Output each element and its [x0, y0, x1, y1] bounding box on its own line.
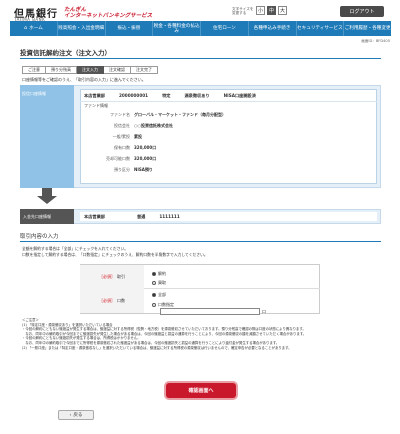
qty-unit: 口 [262, 309, 266, 314]
step-1: ご注意 [22, 66, 46, 74]
back-button[interactable]: ‹ 戻る [58, 410, 94, 420]
radio-dot[interactable] [152, 293, 156, 297]
trade-label: ［必須］ 取引 [80, 265, 144, 289]
font-size-switcher: 文字サイズを変更する 小 中 大 [232, 6, 287, 15]
account-number: 2000000001 [118, 93, 149, 98]
down-arrow-head-icon [37, 196, 57, 204]
font-size-label: 文字サイズを変更する [232, 6, 254, 15]
fund-company-value: ○○投資信託株式会社 [134, 123, 173, 128]
dest-branch: 本店営業部 [84, 213, 105, 219]
font-size-large-button[interactable]: 大 [278, 6, 287, 15]
chevron-left-icon: ‹ [69, 412, 72, 418]
home-icon: ⌂ [23, 25, 28, 31]
page-title: 投資信託解約注文（注文入力） [20, 45, 381, 59]
qty-label: ［必須］ 口数 [80, 289, 144, 313]
step-indicator: ご注意 預り分残高 注文入力 注文確認 注文完了 [22, 66, 158, 74]
fund-info-heading: ファンド情報 [84, 103, 108, 108]
bank-logo[interactable]: 但馬銀行 TAJIMA BANK たんぎん インターネットバンキングサービス [14, 5, 152, 23]
account-row: 本店営業部 2000000001 特定 源泉徴収あり NISA口座開設済 [84, 93, 256, 99]
step-5: 注文完了 [131, 66, 158, 74]
radio-dot[interactable] [152, 281, 156, 285]
destination-info: 本店営業部 普通 1111111 [80, 212, 377, 221]
radio-cancel-label: 解約 [158, 271, 166, 276]
service-name: たんぎん インターネットバンキングサービス [64, 7, 152, 19]
custody-type-value: NISA預り [134, 167, 153, 172]
reinvest-key: 一般/累投 [112, 134, 130, 139]
screen-id: 画面ID：BFD405 [361, 39, 390, 43]
radio-dot[interactable] [152, 272, 156, 276]
notes-block: ＜ご注意＞ (1) 「特定口座・源泉徴収あり」を選択いただいている場合 ・今回の… [22, 318, 380, 350]
fund-name-key: ファンド名 [110, 112, 130, 117]
instruction-text: 口座情報等をご確認のうえ、「取引内容の入力」に進んでください。 [22, 77, 146, 82]
account-type: 特定 [162, 93, 171, 98]
custody-type-key: 預り区分 [114, 167, 130, 172]
font-size-medium-button[interactable]: 中 [267, 6, 276, 15]
qty-label-text: 口数 [117, 298, 125, 303]
radio-buyback-label: 買取 [158, 280, 166, 285]
nav-security[interactable]: セキュリティサービス [297, 21, 345, 36]
nav-balance[interactable]: 残高照会・入出金明細 [58, 21, 106, 36]
step-3-active: 注文入力 [77, 66, 104, 74]
account-branch: 本店営業部 [84, 93, 105, 98]
confirm-button[interactable]: 確認画面へ [166, 383, 236, 398]
holding-units-key: 保有口数 [114, 145, 130, 150]
nav-payments[interactable]: 税金・各種料金の払込み [153, 21, 201, 36]
global-nav: ⌂ ホーム 残高照会・入出金明細 振込・振替 税金・各種料金の払込み 住宅ローン … [10, 21, 391, 36]
nav-housing-loan[interactable]: 住宅ローン [201, 21, 249, 36]
sellable-units-value: 320,000口 [134, 156, 157, 161]
divider [80, 101, 377, 102]
service-name-2: インターネットバンキングサービス [64, 12, 153, 19]
fund-company-key: 投信会社 [114, 123, 130, 128]
fund-name-value: グローバル・マーケット・ファンド（毎月分配型） [134, 112, 226, 117]
section-title: 取引内容の入力 [20, 230, 381, 242]
back-label: 戻る [73, 413, 83, 418]
reinvest-value: 累投 [134, 134, 142, 139]
nav-applications[interactable]: 各種申込み手続き [249, 21, 297, 36]
order-label-column [20, 85, 74, 188]
nisa-status: NISA口座開設済 [223, 93, 256, 98]
radio-all[interactable]: 全部 [152, 292, 166, 298]
qty-input[interactable] [160, 308, 260, 315]
required-mark: ［必須］ [99, 274, 115, 279]
required-mark: ［必須］ [99, 298, 115, 303]
sellable-units-key: 売却可能口数 [106, 156, 130, 161]
trade-label-text: 取引 [117, 274, 125, 279]
step-4: 注文確認 [104, 66, 131, 74]
logout-button[interactable]: ログアウト [340, 6, 384, 17]
nav-transfer[interactable]: 振込・振替 [106, 21, 154, 36]
destination-label: 入金先口座情報 [20, 209, 74, 224]
radio-all-label: 全部 [158, 292, 166, 297]
nav-home-label: ホーム [29, 26, 43, 31]
section-note-2: 口数を指定して解約する場合は、「口数指定」にチェックのうえ、解約口数を半角数字で… [22, 252, 208, 257]
tax-type: 源泉徴収あり [184, 93, 210, 98]
holding-units-value: 320,000口 [134, 145, 157, 150]
radio-cancel[interactable]: 解約 [152, 271, 166, 277]
order-label: 投信口座情報 [22, 91, 46, 96]
nav-history[interactable]: ご利用履歴・各種変更 [344, 21, 391, 36]
dest-type: 普通 [136, 213, 146, 219]
radio-buyback[interactable]: 買取 [152, 280, 166, 286]
step-2: 預り分残高 [46, 66, 77, 74]
down-arrow-icon [42, 188, 52, 196]
dest-number: 1111111 [159, 214, 180, 219]
radio-dot[interactable] [152, 303, 156, 307]
notes-item-6: (2) 「一般口座」または「特定口座・源泉徴収なし」を選択いただいている場合は、… [22, 345, 292, 350]
nav-home[interactable]: ⌂ ホーム [10, 21, 58, 36]
font-size-small-button[interactable]: 小 [256, 6, 265, 15]
